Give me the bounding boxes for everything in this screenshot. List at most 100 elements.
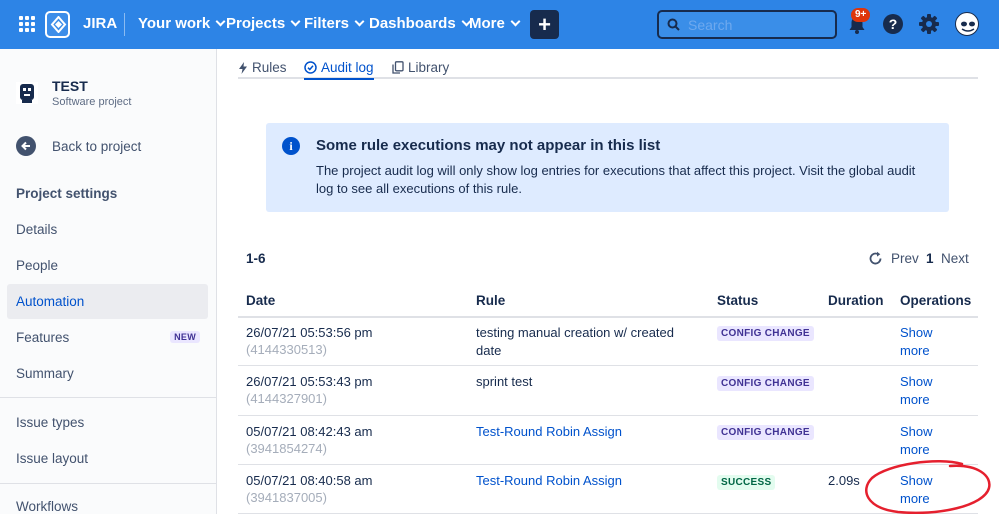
sidebar-item-label: Summary <box>16 366 74 381</box>
tab-label: Rules <box>252 60 287 75</box>
nav-divider <box>124 13 125 36</box>
row-rule-name: testing manual creation w/ created <box>476 325 674 340</box>
row-execution-id: (3941837005) <box>246 490 327 505</box>
notification-badge: 9+ <box>851 8 871 22</box>
nav-label: Your work <box>138 15 211 32</box>
sidebar-item-features[interactable]: Features NEW <box>7 320 208 355</box>
arrow-left-icon <box>16 136 36 156</box>
app-switcher-icon[interactable] <box>19 16 35 32</box>
new-badge: NEW <box>170 331 200 343</box>
project-avatar <box>16 82 38 104</box>
search-box[interactable] <box>657 10 837 39</box>
copy-icon <box>392 61 404 74</box>
row-rule-name: sprint test <box>476 374 533 389</box>
row-rule-link[interactable]: Test-Round Robin Assign <box>476 423 622 441</box>
row-duration: 2.09s <box>828 473 860 488</box>
banner-body: The project audit log will only show log… <box>316 163 916 196</box>
help-icon[interactable]: ? <box>883 14 903 34</box>
sidebar-item-label: Automation <box>16 294 85 309</box>
row-date: 05/07/21 08:42:43 am <box>246 424 373 439</box>
row-divider <box>238 415 978 416</box>
sidebar-item-label: Issue layout <box>16 451 89 466</box>
show-more-label: more <box>900 392 930 407</box>
nav-projects[interactable]: Projects <box>226 15 301 32</box>
current-page[interactable]: 1 <box>926 251 934 266</box>
row-execution-id: (4144330513) <box>246 342 327 357</box>
back-label: Back to project <box>52 138 142 154</box>
table-header-divider <box>238 316 978 318</box>
row-rule-link[interactable]: Test-Round Robin Assign <box>476 472 622 490</box>
back-to-project-link[interactable]: Back to project <box>16 136 141 156</box>
jira-logo-icon[interactable] <box>45 11 70 38</box>
search-input[interactable] <box>688 16 828 33</box>
sidebar-item-automation[interactable]: Automation <box>7 284 208 319</box>
row-execution-id: (3941854274) <box>246 441 327 456</box>
show-more-link[interactable]: Show more <box>900 423 960 459</box>
column-header-operations: Operations <box>900 293 972 308</box>
tab-rules[interactable]: Rules <box>238 56 287 79</box>
column-header-date: Date <box>246 293 276 308</box>
row-divider <box>238 365 978 366</box>
nav-label: Filters <box>304 15 350 32</box>
next-page-link[interactable]: Next <box>941 251 969 266</box>
nav-dashboards[interactable]: Dashboards <box>369 15 472 32</box>
show-more-label: Show <box>900 424 933 439</box>
nav-label: Projects <box>226 15 286 32</box>
show-more-label: Show <box>900 325 933 340</box>
info-banner: i Some rule executions may not appear in… <box>266 123 949 212</box>
column-header-duration: Duration <box>828 293 884 308</box>
tab-audit-log[interactable]: Audit log <box>304 56 374 80</box>
show-more-label: more <box>900 442 930 457</box>
tab-label: Audit log <box>321 59 374 75</box>
row-rule-name-cont: date <box>476 343 502 358</box>
show-more-link[interactable]: Show more <box>900 373 960 409</box>
nav-filters[interactable]: Filters <box>304 15 365 32</box>
annotation-circle <box>865 460 991 514</box>
sidebar-item-workflows[interactable]: Workflows <box>7 489 208 514</box>
status-badge: CONFIG CHANGE <box>717 326 814 341</box>
project-name: TEST <box>52 78 88 94</box>
nav-label: Dashboards <box>369 15 456 32</box>
status-badge: SUCCESS <box>717 475 776 490</box>
top-navigation: JIRA Your work Projects Filters Dashboar… <box>0 0 999 49</box>
nav-your-work[interactable]: Your work <box>138 15 226 32</box>
sidebar-item-details[interactable]: Details <box>7 212 208 247</box>
sidebar-item-issue-layout[interactable]: Issue layout <box>7 441 208 476</box>
app-name[interactable]: JIRA <box>83 15 117 32</box>
show-more-link[interactable]: Show more <box>900 324 960 360</box>
info-icon: i <box>282 137 300 155</box>
result-range: 1-6 <box>246 251 266 266</box>
gear-icon[interactable] <box>918 13 940 35</box>
sidebar-divider <box>0 483 216 484</box>
avatar[interactable] <box>955 12 979 36</box>
sidebar-item-people[interactable]: People <box>7 248 208 283</box>
row-date: 26/07/21 05:53:43 pm <box>246 374 373 389</box>
chevron-down-icon <box>510 16 521 27</box>
refresh-icon[interactable] <box>868 251 883 266</box>
project-settings-title: Project settings <box>16 186 118 201</box>
prev-page-link[interactable]: Prev <box>891 251 919 266</box>
chevron-down-icon <box>354 16 365 27</box>
status-badge: CONFIG CHANGE <box>717 425 814 440</box>
row-execution-id: (4144327901) <box>246 391 327 406</box>
create-button[interactable]: + <box>530 10 559 39</box>
chevron-down-icon <box>290 16 301 27</box>
sidebar-item-label: People <box>16 258 59 273</box>
sidebar-item-summary[interactable]: Summary <box>7 356 208 391</box>
chevron-down-icon <box>215 16 226 27</box>
tab-library[interactable]: Library <box>392 56 449 79</box>
search-icon <box>667 18 680 31</box>
show-more-label: Show <box>900 374 933 389</box>
project-type: Software project <box>52 96 132 108</box>
status-badge: CONFIG CHANGE <box>717 376 814 391</box>
nav-more[interactable]: More <box>469 15 521 32</box>
tab-label: Library <box>408 60 450 75</box>
column-header-status: Status <box>717 293 759 308</box>
column-header-rule: Rule <box>476 293 506 308</box>
lightning-icon <box>239 61 247 74</box>
sidebar: TEST Software project Back to project Pr… <box>0 49 217 514</box>
sidebar-item-issue-types[interactable]: Issue types <box>7 405 208 440</box>
row-date: 26/07/21 05:53:56 pm <box>246 325 373 340</box>
nav-label: More <box>469 15 505 32</box>
sidebar-item-label: Details <box>16 222 58 237</box>
